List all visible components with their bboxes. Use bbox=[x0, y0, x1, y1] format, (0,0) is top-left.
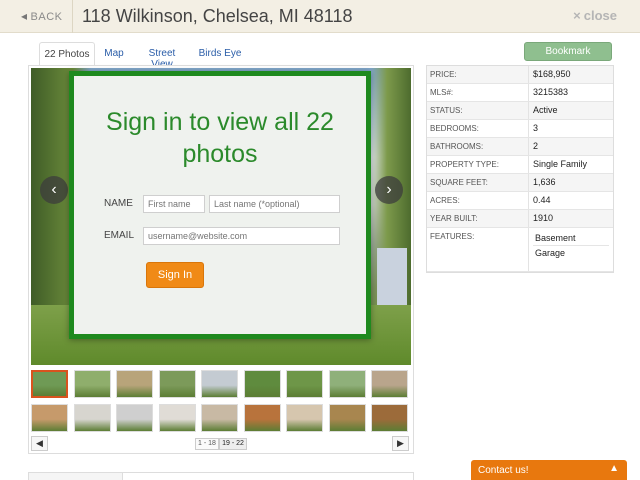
detail-row: PRICE: $168,950 bbox=[427, 66, 613, 84]
back-label: BACK bbox=[30, 11, 63, 23]
back-button[interactable]: ◂ BACK bbox=[21, 9, 63, 23]
chevron-left-icon: ◂ bbox=[21, 9, 28, 23]
name-label: NAME bbox=[104, 198, 133, 209]
detail-value: Single Family bbox=[533, 159, 588, 169]
pager-page-1[interactable]: 1 - 18 bbox=[195, 438, 219, 450]
detail-row: SQUARE FEET: 1,636 bbox=[427, 174, 613, 192]
thumbnail-pager: ◀ 1 - 18 19 - 22 ▶ bbox=[31, 436, 411, 452]
detail-key: SQUARE FEET: bbox=[427, 174, 529, 191]
detail-key: BATHROOMS: bbox=[427, 138, 529, 155]
detail-value: 1910 bbox=[533, 213, 554, 223]
detail-key: ACRES: bbox=[427, 192, 529, 209]
pager-prev-button[interactable]: ◀ bbox=[31, 436, 48, 451]
feature-item: Basement bbox=[533, 231, 609, 246]
detail-value: 3215383 bbox=[533, 87, 569, 97]
detail-value: 1,636 bbox=[533, 177, 556, 187]
signin-heading: Sign in to view all 22 photos bbox=[106, 108, 334, 168]
photo-thumbnail[interactable] bbox=[116, 370, 153, 398]
first-name-input[interactable] bbox=[143, 195, 205, 213]
email-input[interactable] bbox=[143, 227, 340, 245]
prev-photo-button[interactable]: ‹ bbox=[40, 176, 68, 204]
photo-thumbnail[interactable] bbox=[328, 404, 366, 432]
photo-thumbnail[interactable] bbox=[158, 370, 196, 398]
pager-page-2[interactable]: 19 - 22 bbox=[219, 438, 247, 450]
features-row: FEATURES: Basement Garage bbox=[427, 228, 613, 272]
photo-thumbnail[interactable] bbox=[286, 370, 323, 398]
photo-thumbnail[interactable] bbox=[116, 404, 153, 432]
photo-thumbnail[interactable] bbox=[243, 370, 281, 398]
photo-thumbnail[interactable] bbox=[243, 404, 281, 432]
photo-thumbnail[interactable] bbox=[73, 370, 111, 398]
property-details-table: PRICE: $168,950 MLS#: 3215383 STATUS: Active B… bbox=[426, 65, 614, 273]
close-button[interactable]: × close bbox=[573, 8, 617, 23]
pager-next-button[interactable]: ▶ bbox=[392, 436, 409, 451]
next-photo-button[interactable]: › bbox=[375, 176, 403, 204]
modal-header: ◂ BACK 118 Wilkinson, Chelsea, MI 48118 ×… bbox=[0, 0, 640, 33]
close-label: close bbox=[583, 8, 617, 23]
close-icon: × bbox=[573, 8, 581, 23]
detail-row: ACRES: 0.44 bbox=[427, 192, 613, 210]
features-list: Basement Garage bbox=[529, 228, 613, 271]
header-divider bbox=[72, 0, 73, 33]
chevron-right-icon: ▶ bbox=[397, 438, 404, 448]
tab-photos[interactable]: 22 Photos bbox=[39, 42, 95, 66]
email-label: EMAIL bbox=[104, 230, 135, 241]
listing-modal: ◂ BACK 118 Wilkinson, Chelsea, MI 48118 ×… bbox=[0, 0, 640, 480]
photo-thumbnail[interactable] bbox=[31, 370, 68, 398]
photo-thumbnail[interactable] bbox=[158, 404, 196, 432]
tab-map[interactable]: Map bbox=[99, 42, 129, 66]
detail-value: 0.44 bbox=[533, 195, 551, 205]
secondary-table-cell bbox=[29, 473, 123, 480]
page-title: 118 Wilkinson, Chelsea, MI 48118 bbox=[82, 6, 353, 26]
contact-label: Contact us! bbox=[478, 465, 529, 476]
detail-row: MLS#: 3215383 bbox=[427, 84, 613, 102]
last-name-input[interactable] bbox=[209, 195, 340, 213]
detail-value: 3 bbox=[533, 123, 539, 133]
detail-key: PROPERTY TYPE: bbox=[427, 156, 529, 173]
detail-key: PRICE: bbox=[427, 66, 529, 83]
detail-key: MLS#: bbox=[427, 84, 529, 101]
signin-button[interactable]: Sign In bbox=[146, 262, 204, 288]
photo-thumbnail[interactable] bbox=[201, 370, 238, 398]
signin-overlay: Sign in to view all 22 photos NAME EMAIL… bbox=[69, 71, 371, 339]
photo-thumbnail[interactable] bbox=[31, 404, 68, 432]
detail-key: YEAR BUILT: bbox=[427, 210, 529, 227]
photo-thumbnail[interactable] bbox=[201, 404, 238, 432]
detail-row: PROPERTY TYPE: Single Family bbox=[427, 156, 613, 174]
photo-thumbnail[interactable] bbox=[371, 370, 408, 398]
chevron-up-icon: ▲ bbox=[609, 463, 619, 474]
features-key: FEATURES: bbox=[427, 228, 529, 271]
photo-thumbnail[interactable] bbox=[73, 404, 111, 432]
detail-row: BATHROOMS: 2 bbox=[427, 138, 613, 156]
detail-row: BEDROOMS: 3 bbox=[427, 120, 613, 138]
detail-value: $168,950 bbox=[533, 69, 571, 79]
tab-street-view[interactable]: Street View bbox=[137, 42, 187, 70]
detail-key: BEDROOMS: bbox=[427, 120, 529, 137]
detail-key: STATUS: bbox=[427, 102, 529, 119]
feature-item: Garage bbox=[535, 248, 566, 258]
secondary-table bbox=[28, 472, 414, 480]
tab-birds-eye[interactable]: Birds Eye bbox=[197, 42, 243, 66]
bookmark-button[interactable]: Bookmark bbox=[524, 42, 612, 61]
detail-row: STATUS: Active bbox=[427, 102, 613, 120]
chevron-left-icon: ◀ bbox=[36, 438, 43, 448]
photo-thumbnail[interactable] bbox=[286, 404, 323, 432]
detail-value: 2 bbox=[533, 141, 539, 151]
photo-thumbnail[interactable] bbox=[371, 404, 408, 432]
photo-thumbnail[interactable] bbox=[328, 370, 366, 398]
contact-us-button[interactable]: Contact us! ▲ bbox=[471, 460, 627, 480]
detail-row: YEAR BUILT: 1910 bbox=[427, 210, 613, 228]
detail-value: Active bbox=[533, 105, 558, 115]
